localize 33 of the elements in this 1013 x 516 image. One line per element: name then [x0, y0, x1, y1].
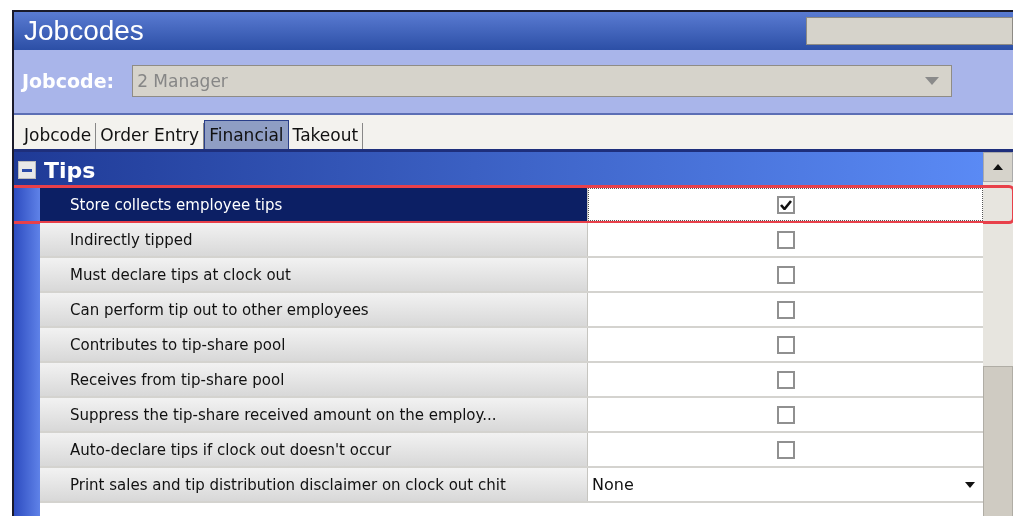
property-label[interactable]: Auto-declare tips if clock out doesn't occur	[40, 433, 588, 466]
property-label[interactable]: Must declare tips at clock out	[40, 258, 588, 291]
up-arrow-icon	[993, 164, 1003, 170]
property-label[interactable]: Store collects employee tips	[40, 188, 588, 221]
scroll-up-button[interactable]	[983, 152, 1013, 182]
property-label[interactable]: Contributes to tip-share pool	[40, 328, 588, 361]
caret-icon	[925, 77, 940, 86]
property-label[interactable]: Indirectly tipped	[40, 223, 588, 256]
jobcode-label: Jobcode:	[22, 70, 115, 93]
checkbox[interactable]	[776, 370, 795, 389]
value-cell[interactable]	[588, 188, 983, 221]
checkbox[interactable]	[776, 195, 795, 214]
property-label[interactable]: Print sales and tip distribution disclaimer on clock out chit	[40, 468, 588, 501]
dropdown-value[interactable]: None	[592, 475, 634, 494]
property-label[interactable]: Receives from tip-share pool	[40, 363, 588, 396]
checkbox[interactable]	[776, 335, 795, 354]
tab[interactable]: Jobcode	[20, 123, 97, 149]
scroll-thumb[interactable]	[983, 366, 1013, 516]
check-icon	[779, 199, 792, 210]
collapse-icon[interactable]	[18, 161, 36, 179]
checkbox[interactable]	[776, 405, 795, 424]
tab[interactable]: Financial	[204, 120, 289, 149]
checkbox[interactable]	[776, 440, 795, 459]
property-label[interactable]: Suppress the tip-share received amount on the employ...	[40, 398, 588, 431]
checkbox[interactable]	[776, 230, 795, 249]
checkbox[interactable]	[776, 300, 795, 319]
checkbox[interactable]	[776, 265, 795, 284]
property-label[interactable]: Can perform tip out to other employees	[40, 293, 588, 326]
scrollbar[interactable]	[983, 152, 1013, 516]
window-title: Jobcodes	[23, 14, 144, 47]
tab[interactable]: Takeout	[288, 123, 364, 149]
group-title: Tips	[44, 157, 96, 183]
caret-icon	[965, 481, 975, 488]
